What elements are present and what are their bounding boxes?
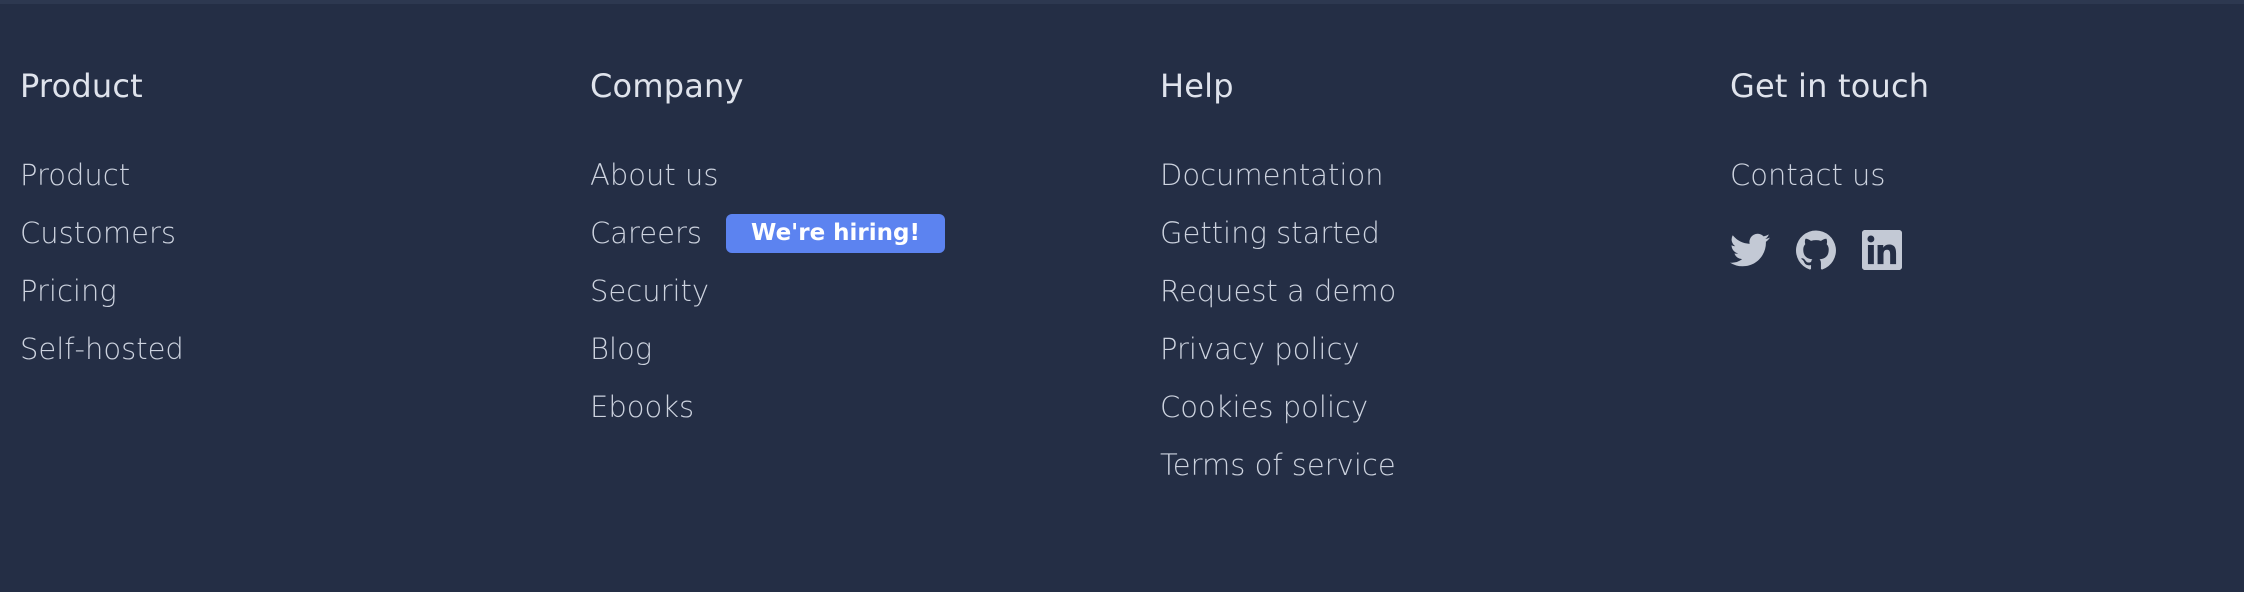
list-item: Pricing [20,269,184,327]
list-item: Careers We're hiring! [590,211,945,269]
list-item: Blog [590,327,945,385]
hiring-badge[interactable]: We're hiring! [726,214,945,253]
list-item: About us [590,153,945,211]
self-hosted-link[interactable]: Self-hosted [20,327,184,371]
documentation-link[interactable]: Documentation [1160,153,1384,197]
footer-top-border [0,0,2244,4]
getting-started-link[interactable]: Getting started [1160,211,1380,255]
column-heading-contact: Get in touch [1730,67,1930,105]
ebooks-link[interactable]: Ebooks [590,385,694,429]
column-heading-help: Help [1160,67,1234,105]
terms-of-service-link[interactable]: Terms of service [1160,443,1396,487]
list-item: Ebooks [590,385,945,443]
product-link[interactable]: Product [20,153,130,197]
list-item: Security [590,269,945,327]
list-item: Documentation [1160,153,1396,211]
about-us-link[interactable]: About us [590,153,718,197]
social-links [1730,230,1902,270]
list-item: Getting started [1160,211,1396,269]
blog-link[interactable]: Blog [590,327,652,371]
list-item: Terms of service [1160,443,1396,501]
careers-link[interactable]: Careers [590,211,702,255]
privacy-policy-link[interactable]: Privacy policy [1160,327,1360,371]
contact-us-link[interactable]: Contact us [1730,153,1886,197]
customers-link[interactable]: Customers [20,211,176,255]
list-item: Customers [20,211,184,269]
twitter-icon[interactable] [1730,230,1770,270]
company-links: About us Careers We're hiring! Security … [590,153,945,443]
list-item: Request a demo [1160,269,1396,327]
cookies-policy-link[interactable]: Cookies policy [1160,385,1368,429]
list-item: Self-hosted [20,327,184,385]
list-item: Cookies policy [1160,385,1396,443]
column-heading-product: Product [20,67,143,105]
security-link[interactable]: Security [590,269,709,313]
request-demo-link[interactable]: Request a demo [1160,269,1396,313]
product-links: Product Customers Pricing Self-hosted [20,153,184,385]
list-item: Contact us [1730,153,1886,211]
help-links: Documentation Getting started Request a … [1160,153,1396,501]
linkedin-icon[interactable] [1862,230,1902,270]
contact-links: Contact us [1730,153,1886,211]
column-heading-company: Company [590,67,744,105]
list-item: Privacy policy [1160,327,1396,385]
pricing-link[interactable]: Pricing [20,269,117,313]
list-item: Product [20,153,184,211]
github-icon[interactable] [1796,230,1836,270]
